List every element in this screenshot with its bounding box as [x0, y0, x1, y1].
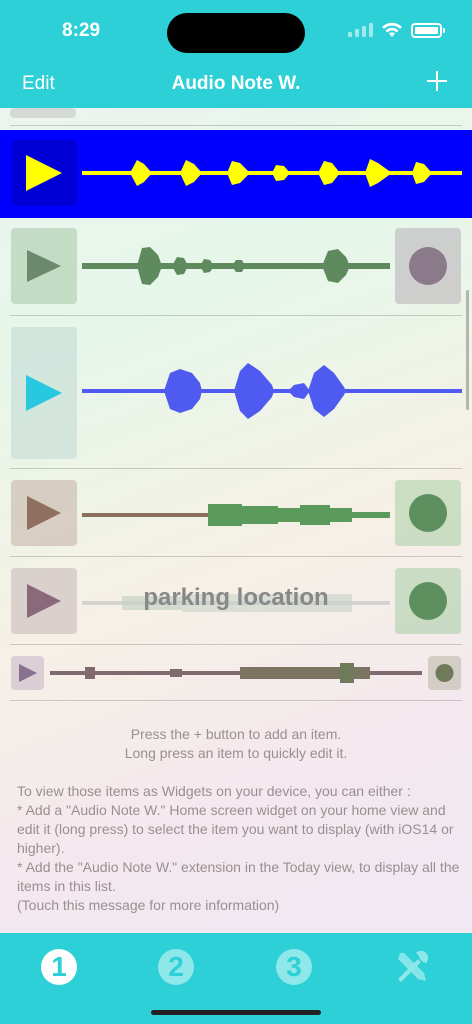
- status-icons: [348, 22, 445, 38]
- stop-button[interactable]: [395, 228, 461, 304]
- stop-button[interactable]: [428, 656, 461, 690]
- play-button[interactable]: [12, 140, 77, 206]
- play-icon: [19, 664, 37, 682]
- row-divider: [10, 556, 462, 557]
- audio-waveform: [50, 663, 422, 683]
- widget-info-message[interactable]: To view those items as Widgets on your d…: [17, 782, 462, 915]
- stop-button[interactable]: [395, 568, 461, 634]
- hint-line: Long press an item to quickly edit it.: [124, 745, 348, 761]
- record-icon: [409, 247, 447, 285]
- page-title: Audio Note W.: [171, 73, 301, 94]
- status-time: 8:29: [62, 20, 101, 41]
- row-divider: [10, 315, 462, 316]
- tab-2[interactable]: 2: [154, 945, 198, 989]
- tab-3[interactable]: 3: [272, 945, 316, 989]
- number-1-icon: 1: [41, 949, 77, 985]
- audio-waveform: [82, 247, 390, 285]
- battery-icon: [411, 22, 445, 38]
- cellular-signal-icon: [348, 23, 373, 37]
- tab-label: 1: [51, 951, 67, 982]
- list-item[interactable]: [0, 474, 472, 554]
- add-item-hint: Press the + button to add an item. Long …: [0, 725, 472, 763]
- play-icon: [27, 496, 61, 530]
- play-button[interactable]: [11, 228, 77, 304]
- info-line: To view those items as Widgets on your d…: [17, 783, 411, 799]
- scroll-indicator[interactable]: [466, 290, 469, 410]
- home-indicator: [151, 1010, 321, 1015]
- tools-icon: [398, 950, 429, 982]
- number-2-icon: 2: [158, 949, 194, 985]
- row-divider: [10, 644, 462, 645]
- navigation-bar: 8:29 Edit Audio Note W.: [0, 0, 472, 108]
- wifi-icon: [382, 22, 402, 37]
- play-button[interactable]: [11, 656, 44, 690]
- play-button[interactable]: [10, 108, 76, 118]
- play-icon: [26, 375, 62, 411]
- info-line: * Add the "Audio Note W." extension in t…: [17, 859, 464, 894]
- info-line: * Add a "Audio Note W." Home screen widg…: [17, 802, 458, 856]
- tab-1[interactable]: 1: [37, 945, 81, 989]
- play-button[interactable]: [11, 480, 77, 546]
- tab-label: 2: [168, 951, 184, 982]
- info-line: (Touch this message for more information…: [17, 897, 280, 913]
- audio-waveform: [82, 363, 462, 419]
- dynamic-island: [167, 13, 305, 53]
- list-item[interactable]: [0, 130, 472, 218]
- play-button[interactable]: [11, 327, 77, 459]
- row-divider: [10, 700, 462, 701]
- row-divider: [10, 468, 462, 469]
- list-item[interactable]: [0, 225, 472, 311]
- list-item-partial[interactable]: [0, 108, 472, 120]
- record-icon: [409, 582, 447, 620]
- audio-waveform: [82, 504, 390, 526]
- list-item[interactable]: [0, 323, 472, 463]
- hint-line: Press the + button to add an item.: [130, 726, 342, 742]
- tab-label: 3: [286, 951, 302, 982]
- record-icon: [435, 664, 454, 682]
- tab-settings[interactable]: [390, 945, 434, 989]
- stop-button[interactable]: [395, 480, 461, 546]
- row-divider: [10, 125, 462, 126]
- plus-icon[interactable]: [426, 70, 448, 92]
- record-icon: [409, 494, 447, 532]
- number-3-icon: 3: [276, 949, 312, 985]
- play-icon: [27, 250, 61, 282]
- list-item[interactable]: parking location: [0, 562, 472, 644]
- audio-waveform: [82, 159, 462, 187]
- list-item[interactable]: [0, 650, 472, 698]
- play-icon: [26, 155, 62, 191]
